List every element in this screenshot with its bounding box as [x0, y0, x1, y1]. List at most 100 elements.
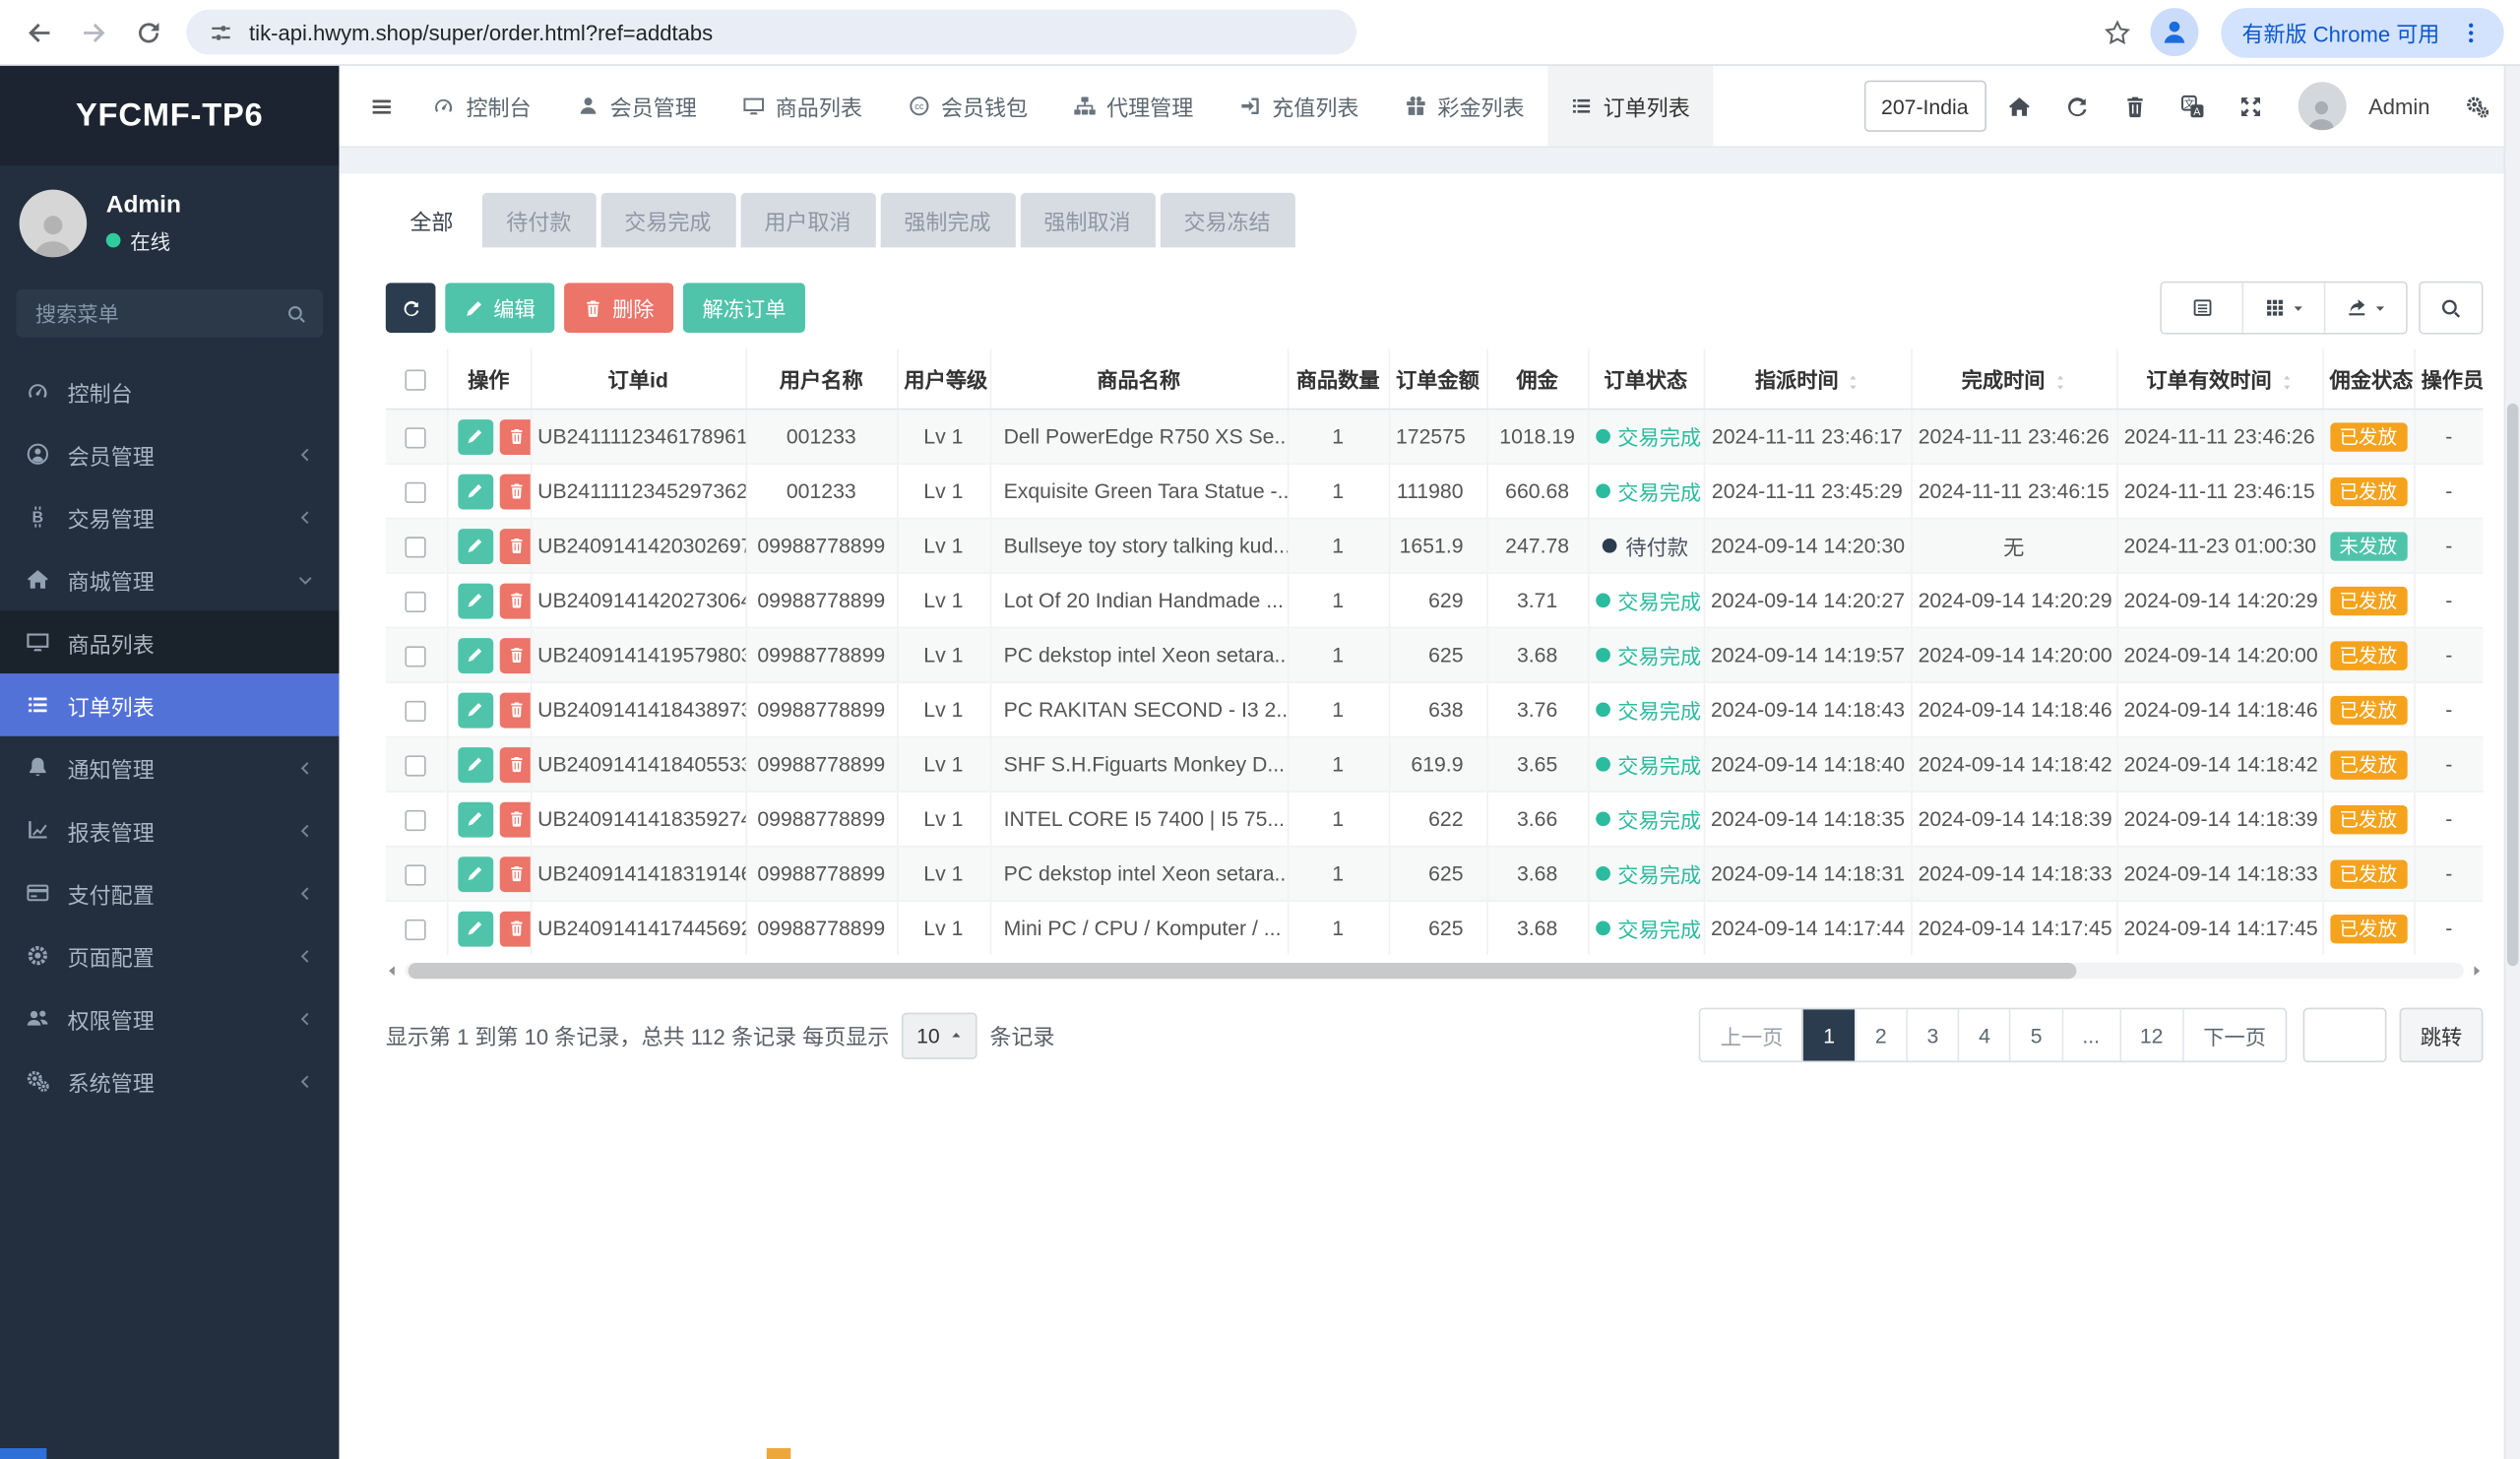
fullscreen-button[interactable] [2227, 81, 2275, 132]
horizontal-scrollbar[interactable] [386, 961, 2484, 981]
row-checkbox[interactable] [406, 810, 426, 831]
topnav-tab-7[interactable]: 彩金列表 [1381, 66, 1546, 147]
admin-avatar[interactable] [2298, 82, 2346, 130]
topnav-tab-6[interactable]: 充值列表 [1216, 66, 1381, 147]
refresh-table-button[interactable] [386, 283, 436, 333]
topnav-tab-8[interactable]: 订单列表 [1546, 66, 1712, 147]
filter-tab-2[interactable]: 待付款 [482, 193, 596, 248]
delete-row-button[interactable] [499, 474, 531, 509]
sidebar-item-5[interactable]: 商品列表 [0, 610, 339, 673]
browser-profile-button[interactable] [2150, 8, 2198, 56]
scroll-right-icon[interactable] [2470, 965, 2483, 978]
delete-row-button[interactable] [499, 692, 531, 728]
edit-row-button[interactable] [457, 692, 492, 728]
env-selector-button[interactable]: 207-India [1863, 81, 1985, 132]
sidebar-item-7[interactable]: 通知管理 [0, 736, 339, 799]
hscroll-track[interactable] [405, 963, 2463, 979]
export-button[interactable] [2324, 283, 2406, 333]
column-header-assigned[interactable]: 指派时间 [1704, 349, 1912, 409]
scroll-left-icon[interactable] [386, 965, 399, 978]
column-header-valid[interactable]: 订单有效时间 [2116, 349, 2322, 409]
home-button[interactable] [1995, 81, 2044, 132]
browser-menu-icon[interactable] [2459, 20, 2483, 43]
columns-button[interactable] [2242, 283, 2324, 333]
page-button-next[interactable]: 下一页 [2182, 1009, 2286, 1060]
page-scrollbar[interactable] [2504, 66, 2520, 1459]
edit-row-button[interactable] [457, 746, 492, 782]
topnav-tab-4[interactable]: cc会员钱包 [885, 66, 1050, 147]
sort-icon[interactable] [1847, 372, 1859, 392]
select-all-checkbox[interactable] [406, 370, 426, 391]
delete-row-button[interactable] [499, 801, 531, 837]
row-checkbox[interactable] [406, 920, 426, 940]
edit-row-button[interactable] [457, 474, 492, 509]
sidebar-item-6[interactable]: 订单列表 [0, 673, 339, 736]
search-toggle-button[interactable] [2419, 282, 2483, 335]
edit-button[interactable]: 编辑 [445, 283, 554, 333]
row-checkbox[interactable] [406, 864, 426, 885]
row-checkbox[interactable] [406, 755, 426, 776]
delete-row-button[interactable] [499, 856, 531, 891]
filter-tab-5[interactable]: 强制完成 [880, 193, 1015, 248]
sidebar-item-10[interactable]: 页面配置 [0, 924, 339, 987]
sidebar-item-4[interactable]: 商城管理 [0, 548, 339, 611]
page-button-prev[interactable]: 上一页 [1701, 1009, 1802, 1060]
bookmark-button[interactable] [2096, 10, 2141, 55]
hscroll-thumb[interactable] [409, 963, 2076, 979]
page-button-4[interactable]: 4 [1958, 1009, 2010, 1060]
sidebar-search-input[interactable] [32, 299, 277, 327]
filter-tab-7[interactable]: 交易冻结 [1160, 193, 1294, 248]
filter-tab-4[interactable]: 用户取消 [740, 193, 875, 248]
list-view-button[interactable] [2162, 283, 2242, 333]
edit-row-button[interactable] [457, 911, 492, 946]
sidebar-item-11[interactable]: 权限管理 [0, 986, 339, 1049]
row-checkbox[interactable] [406, 427, 426, 448]
topnav-tab-3[interactable]: 商品列表 [720, 66, 885, 147]
sidebar-item-3[interactable]: B交易管理 [0, 485, 339, 548]
unfreeze-button[interactable]: 解冻订单 [683, 283, 805, 333]
jump-page-input[interactable] [2303, 1008, 2387, 1063]
filter-tab-1[interactable]: 全部 [386, 193, 477, 248]
delete-button[interactable]: 删除 [564, 283, 673, 333]
sidebar-toggle-button[interactable] [352, 66, 410, 147]
edit-row-button[interactable] [457, 856, 492, 891]
forward-button[interactable] [71, 10, 116, 55]
edit-row-button[interactable] [457, 801, 492, 837]
page-button-2[interactable]: 2 [1855, 1009, 1907, 1060]
sidebar-item-12[interactable]: 系统管理 [0, 1049, 339, 1112]
filter-tab-3[interactable]: 交易完成 [600, 193, 735, 248]
settings-button[interactable] [2452, 81, 2500, 132]
page-button-5[interactable]: 5 [2010, 1009, 2062, 1060]
column-header-completed[interactable]: 完成时间 [1911, 349, 2116, 409]
edit-row-button[interactable] [457, 528, 492, 563]
sidebar-item-1[interactable]: 控制台 [0, 360, 339, 423]
admin-name[interactable]: Admin [2368, 95, 2429, 118]
delete-row-button[interactable] [499, 746, 531, 782]
topnav-tab-1[interactable]: 控制台 [410, 66, 553, 147]
reload-button[interactable] [125, 10, 170, 55]
page-scrollbar-thumb[interactable] [2507, 404, 2518, 966]
page-button-1[interactable]: 1 [1802, 1009, 1855, 1060]
topnav-tab-5[interactable]: 代理管理 [1050, 66, 1216, 147]
edit-row-button[interactable] [457, 583, 492, 618]
back-button[interactable] [16, 10, 61, 55]
delete-row-button[interactable] [499, 911, 531, 946]
page-button-12[interactable]: 12 [2119, 1009, 2182, 1060]
delete-row-button[interactable] [499, 528, 531, 563]
refresh-button[interactable] [2053, 81, 2102, 132]
sidebar-item-9[interactable]: 支付配置 [0, 861, 339, 924]
sidebar-item-8[interactable]: 报表管理 [0, 798, 339, 861]
row-checkbox[interactable] [406, 482, 426, 503]
row-checkbox[interactable] [406, 592, 426, 612]
delete-row-button[interactable] [499, 637, 531, 672]
page-size-select[interactable]: 10 [902, 1012, 976, 1058]
row-checkbox[interactable] [406, 646, 426, 666]
page-button-3[interactable]: 3 [1906, 1009, 1958, 1060]
jump-button[interactable]: 跳转 [2400, 1008, 2484, 1063]
topnav-tab-2[interactable]: 会员管理 [553, 66, 719, 147]
filter-tab-6[interactable]: 强制取消 [1020, 193, 1155, 248]
delete-row-button[interactable] [499, 583, 531, 618]
edit-row-button[interactable] [457, 418, 492, 454]
row-checkbox[interactable] [406, 701, 426, 722]
delete-row-button[interactable] [499, 418, 531, 454]
